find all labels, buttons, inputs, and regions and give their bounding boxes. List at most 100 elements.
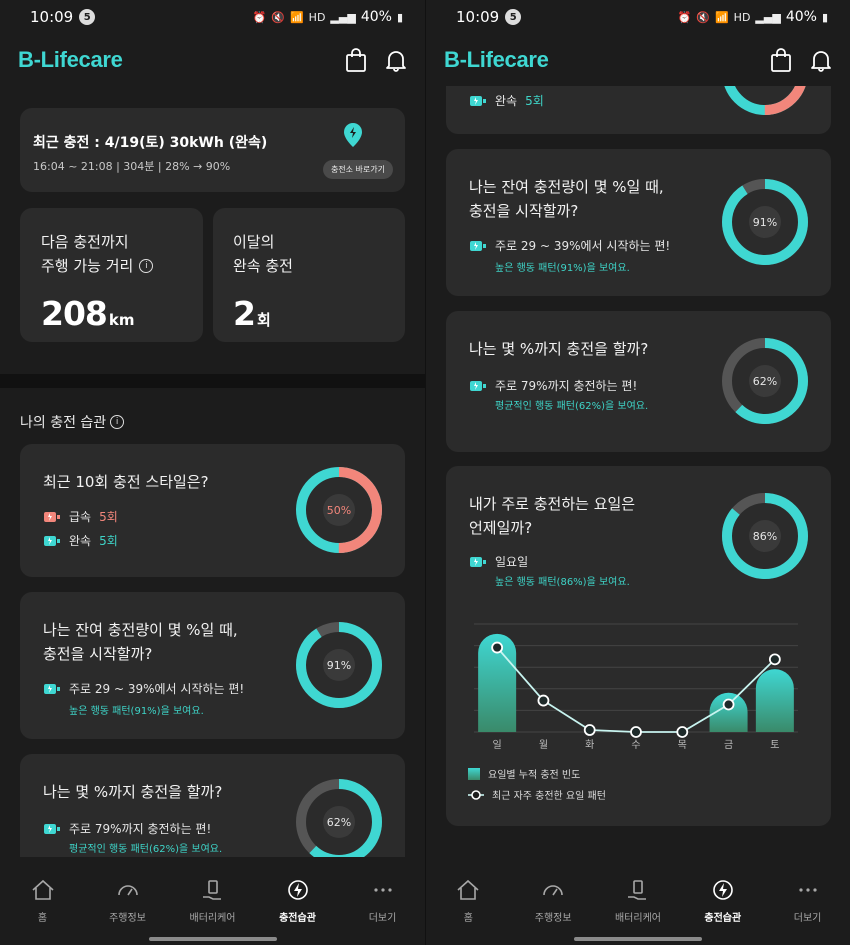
- start-title-2: 충전을 시작할까?: [43, 645, 153, 663]
- status-bar: 10:09 5 ⏰ 🔇 📶 HD ▂▄▆ 40% ▮: [426, 0, 850, 34]
- signal-icon: ▂▄▆: [330, 10, 356, 24]
- start-result-row: 주로 29 ~ 39%에서 시작하는 편!: [43, 680, 244, 697]
- nav-charging[interactable]: 충전습관: [680, 879, 765, 945]
- nav-charging-label: 충전습관: [704, 913, 742, 924]
- chart-point-수: [630, 726, 642, 738]
- home-icon: [31, 879, 54, 900]
- start-level-card: 나는 잔여 충전량이 몇 %일 때, 충전을 시작할까? 주로 29 ~ 39%…: [446, 149, 831, 296]
- nav-home-label: 홈: [463, 913, 473, 924]
- alarm-icon: ⏰: [677, 10, 692, 24]
- battery-icon: ▮: [396, 10, 403, 24]
- nav-home[interactable]: 홈: [0, 879, 85, 945]
- nav-more[interactable]: 더보기: [340, 879, 425, 945]
- nav-charging-label: 충전습관: [279, 913, 316, 924]
- bottom-nav: 홈 주행정보 배터리케어 충전습관 더보기: [0, 857, 425, 945]
- slow-count-unit: 회: [256, 311, 271, 329]
- range-value: 208: [41, 294, 108, 333]
- end-level-card: 나는 몇 %까지 충전을 할까? 주로 79%까지 충전하는 편! 평균적인 행…: [20, 754, 405, 857]
- day-title-1: 내가 주로 충전하는 요일은: [469, 495, 636, 513]
- nav-charging[interactable]: 충전습관: [255, 879, 340, 945]
- start-result-row: 주로 29 ~ 39%에서 시작하는 편!: [469, 237, 670, 254]
- nav-driving[interactable]: 주행정보: [511, 879, 596, 945]
- info-icon[interactable]: i: [139, 259, 154, 273]
- mute-icon: 🔇: [271, 10, 285, 24]
- start-note: 높은 행동 패턴(91%)을 보여요.: [495, 263, 630, 274]
- nav-battery-label: 배터리케어: [189, 913, 236, 924]
- speedometer-icon: [543, 885, 563, 896]
- charging-day-card: 내가 주로 충전하는 요일은 언제일까? 일요일 높은 행동 패턴(86%)을 …: [446, 466, 831, 826]
- recent-charge-card[interactable]: 최근 충전 : 4/19(토) 30kWh (완속) 16:04 ~ 21:08…: [20, 108, 405, 192]
- fast-charger-icon: [43, 511, 61, 523]
- nav-driving-label: 주행정보: [534, 913, 572, 924]
- recent-charge-detail: 16:04 ~ 21:08 | 304분 | 28% → 90%: [33, 160, 231, 173]
- nav-battery[interactable]: 배터리케어: [170, 879, 255, 945]
- end-donut: 62%: [296, 779, 382, 857]
- charge-style-title: 최근 10회 충전 스타일은?: [43, 473, 209, 491]
- battery-hand-icon: [202, 880, 221, 900]
- slow-charge-count-card: 이달의 완속 충전 2회: [213, 208, 405, 342]
- style-donut: 50%: [296, 467, 382, 553]
- nav-battery[interactable]: 배터리케어: [596, 879, 681, 945]
- slow-count-value: 2: [233, 294, 256, 333]
- chart-point-토: [768, 653, 781, 666]
- app-logo[interactable]: B-Lifecare: [444, 47, 549, 73]
- start-result: 주로 29 ~ 39%에서 시작하는 편!: [495, 239, 671, 253]
- day-donut: 86%: [722, 493, 808, 579]
- range-card: 다음 충전까지 주행 가능 거리 i 208 km: [20, 208, 203, 342]
- alarm-icon: ⏰: [252, 10, 267, 24]
- range-unit: km: [108, 311, 135, 329]
- nav-driving[interactable]: 주행정보: [85, 879, 170, 945]
- status-time: 10:09: [456, 8, 500, 26]
- shopping-bag-icon[interactable]: [770, 48, 792, 72]
- bell-icon[interactable]: [385, 48, 407, 72]
- left-content: 최근 충전 : 4/19(토) 30kWh (완속) 16:04 ~ 21:08…: [0, 86, 425, 857]
- end-result-row: 주로 79%까지 충전하는 편!: [469, 377, 637, 394]
- slow-charge-label: 완속: [69, 534, 92, 548]
- chart-bar-토: [755, 669, 794, 732]
- charging-station-pin-icon: [343, 122, 363, 152]
- app-logo[interactable]: B-Lifecare: [18, 47, 123, 73]
- signal-icon: ▂▄▆: [755, 10, 781, 24]
- status-bar: 10:09 5 ⏰ 🔇 📶 HD ▂▄▆ 40% ▮: [0, 0, 425, 34]
- station-shortcut-button[interactable]: 충전소 바로가기: [322, 160, 393, 179]
- chart-xtick-label: 화: [585, 739, 594, 751]
- bottom-nav: 홈 주행정보 배터리케어 충전습관 더보기: [426, 857, 850, 945]
- end-note: 평균적인 행동 패턴(62%)을 보여요.: [69, 844, 223, 855]
- home-indicator[interactable]: [148, 937, 277, 941]
- nav-battery-label: 배터리케어: [614, 913, 661, 924]
- slow-charger-icon: [469, 95, 487, 107]
- home-indicator[interactable]: [574, 937, 702, 941]
- weekday-chart: 일월화수목금토: [474, 623, 798, 751]
- style-donut-label: 50%: [327, 504, 351, 517]
- charging-bolt-icon: [287, 880, 308, 900]
- nav-home[interactable]: 홈: [426, 879, 511, 945]
- battery-icon: ▮: [821, 10, 828, 24]
- section-divider: [0, 374, 425, 388]
- fast-charge-label: 급속: [69, 510, 92, 524]
- slow-charge-value: 5회: [525, 94, 544, 108]
- charge-style-card: 최근 10회 충전 스타일은? 급속 5회 완속 5회 50%: [20, 444, 405, 577]
- slow-charger-icon: [43, 535, 61, 547]
- charger-icon: [469, 556, 487, 568]
- screen-right: 10:09 5 ⏰ 🔇 📶 HD ▂▄▆ 40% ▮ B-Lifecare 완속…: [425, 0, 850, 945]
- legend-bar-label: 요일별 누적 충전 빈도: [488, 770, 581, 781]
- home-icon: [457, 879, 479, 900]
- day-result-row: 일요일: [469, 553, 528, 570]
- bell-icon[interactable]: [810, 48, 832, 72]
- nav-more[interactable]: 더보기: [765, 879, 850, 945]
- nav-more-label: 더보기: [368, 913, 397, 924]
- shopping-bag-icon[interactable]: [345, 48, 367, 72]
- legend-line-label: 최근 자주 충전한 요일 패턴: [492, 791, 606, 802]
- start-level-card: 나는 잔여 충전량이 몇 %일 때, 충전을 시작할까? 주로 29 ~ 39%…: [20, 592, 405, 739]
- status-time: 10:09: [30, 8, 74, 26]
- chart-point-목: [676, 726, 689, 738]
- slow-count-label-1: 이달의: [233, 233, 275, 251]
- app-bar: B-Lifecare: [426, 34, 850, 86]
- end-level-card: 나는 몇 %까지 충전을 할까? 주로 79%까지 충전하는 편! 평균적인 행…: [446, 311, 831, 452]
- app-bar: B-Lifecare: [0, 34, 425, 86]
- mute-icon: 🔇: [696, 10, 710, 24]
- nav-more-label: 더보기: [793, 913, 822, 924]
- info-icon[interactable]: i: [110, 415, 125, 429]
- right-content: 완속 5회 나는 잔여 충전량이 몇 %일 때, 충전을 시작할까? 주로 29…: [426, 86, 850, 857]
- chart-xtick-label: 월: [539, 739, 548, 751]
